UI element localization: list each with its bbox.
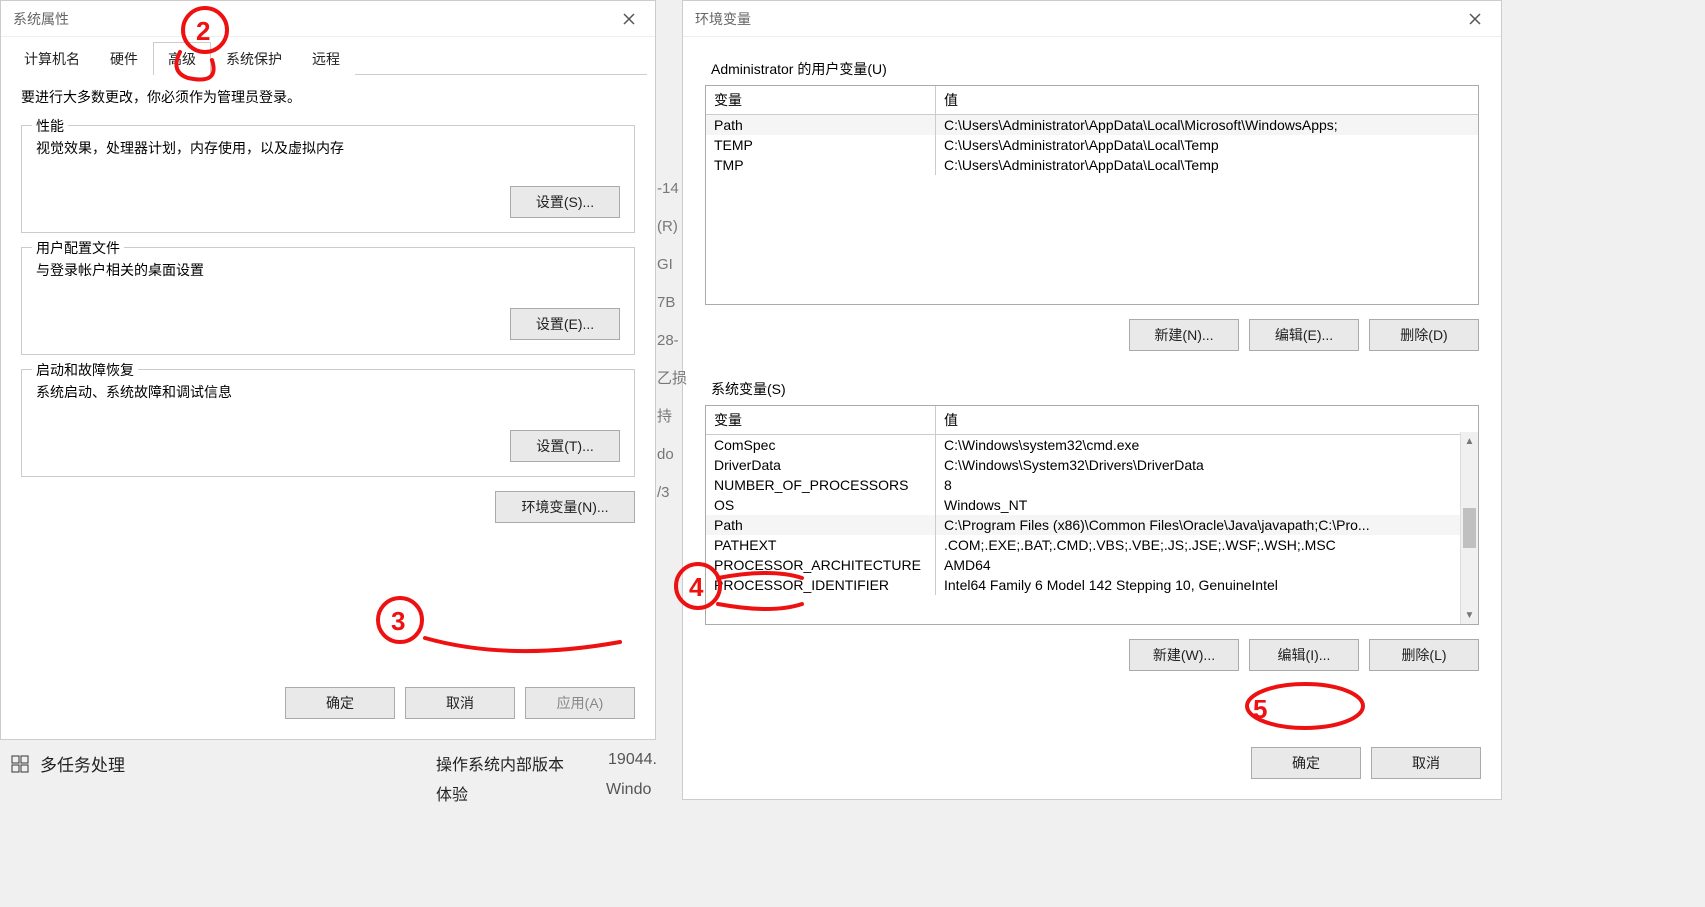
- list-item[interactable]: DriverDataC:\Windows\System32\Drivers\Dr…: [706, 455, 1478, 475]
- dialog-title: 环境变量: [695, 9, 751, 29]
- group-startup-recovery: 启动和故障恢复 系统启动、系统故障和调试信息 设置(T)...: [21, 369, 635, 477]
- close-icon[interactable]: [611, 5, 647, 33]
- list-item[interactable]: PROCESSOR_IDENTIFIERIntel64 Family 6 Mod…: [706, 575, 1478, 595]
- list-header: 变量 值: [706, 86, 1478, 115]
- list-item[interactable]: TEMP C:\Users\Administrator\AppData\Loca…: [706, 135, 1478, 155]
- scroll-up-icon[interactable]: ▲: [1461, 432, 1478, 450]
- desc-startup-recovery: 系统启动、系统故障和调试信息: [36, 382, 620, 402]
- tab-advanced[interactable]: 高级: [153, 42, 211, 75]
- scroll-thumb[interactable]: [1463, 508, 1476, 548]
- sys-vars-listbox[interactable]: 变量 值 ComSpecC:\Windows\system32\cmd.exe …: [705, 405, 1479, 625]
- settings-performance-button[interactable]: 设置(S)...: [510, 186, 620, 218]
- background-sidebar-item: 多任务处理: [10, 751, 125, 776]
- background-os-info: 操作系统内部版本19044. 体验Windo: [436, 751, 657, 811]
- list-header: 变量 值: [706, 406, 1478, 435]
- tab-computer-name[interactable]: 计算机名: [9, 42, 95, 75]
- user-vars-listbox[interactable]: 变量 值 Path C:\Users\Administrator\AppData…: [705, 85, 1479, 305]
- desc-performance: 视觉效果，处理器计划，内存使用，以及虚拟内存: [36, 138, 620, 158]
- scrollbar[interactable]: ▲ ▼: [1460, 432, 1478, 624]
- list-item[interactable]: Path C:\Users\Administrator\AppData\Loca…: [706, 115, 1478, 135]
- sys-edit-button[interactable]: 编辑(I)...: [1249, 639, 1359, 671]
- sys-new-button[interactable]: 新建(W)...: [1129, 639, 1239, 671]
- tab-content: 要进行大多数更改，你必须作为管理员登录。 性能 视觉效果，处理器计划，内存使用，…: [1, 75, 655, 675]
- list-item[interactable]: OSWindows_NT: [706, 495, 1478, 515]
- list-item[interactable]: PROCESSOR_ARCHITECTUREAMD64: [706, 555, 1478, 575]
- close-icon[interactable]: [1457, 5, 1493, 33]
- list-item[interactable]: TMP C:\Users\Administrator\AppData\Local…: [706, 155, 1478, 175]
- user-edit-button[interactable]: 编辑(E)...: [1249, 319, 1359, 351]
- environment-variables-button[interactable]: 环境变量(N)...: [495, 491, 635, 523]
- desc-user-profile: 与登录帐户相关的桌面设置: [36, 260, 620, 280]
- col-header-value: 值: [936, 86, 1478, 114]
- cancel-button[interactable]: 取消: [1371, 747, 1481, 779]
- dialog-footer: 确定 取消: [683, 735, 1501, 799]
- tab-bar: 计算机名 硬件 高级 系统保护 远程: [9, 41, 647, 75]
- legend-performance: 性能: [32, 116, 68, 136]
- legend-user-profile: 用户配置文件: [32, 238, 124, 258]
- col-header-value: 值: [936, 406, 1478, 434]
- tab-remote[interactable]: 远程: [297, 42, 355, 75]
- background-peek-text: -14 (R) GI 7B 28- 乙损 持 do /3: [657, 170, 687, 512]
- cancel-button[interactable]: 取消: [405, 687, 515, 719]
- tab-hardware[interactable]: 硬件: [95, 42, 153, 75]
- titlebar: 系统属性: [1, 1, 655, 37]
- sys-delete-button[interactable]: 删除(L): [1369, 639, 1479, 671]
- group-performance: 性能 视觉效果，处理器计划，内存使用，以及虚拟内存 设置(S)...: [21, 125, 635, 233]
- list-item[interactable]: NUMBER_OF_PROCESSORS8: [706, 475, 1478, 495]
- ok-button[interactable]: 确定: [285, 687, 395, 719]
- list-item-path[interactable]: PathC:\Program Files (x86)\Common Files\…: [706, 515, 1478, 535]
- user-new-button[interactable]: 新建(N)...: [1129, 319, 1239, 351]
- titlebar: 环境变量: [683, 1, 1501, 37]
- settings-user-profile-button[interactable]: 设置(E)...: [510, 308, 620, 340]
- environment-variables-dialog: 环境变量 Administrator 的用户变量(U) 变量 值 Path C:…: [682, 0, 1502, 800]
- dialog-content: Administrator 的用户变量(U) 变量 值 Path C:\User…: [683, 37, 1501, 735]
- col-header-variable: 变量: [706, 406, 936, 434]
- dialog-title: 系统属性: [13, 9, 69, 29]
- user-vars-section-title: Administrator 的用户变量(U): [711, 59, 1479, 79]
- multitasking-icon: [10, 754, 30, 774]
- tab-system-protection[interactable]: 系统保护: [211, 42, 297, 75]
- group-user-profile: 用户配置文件 与登录帐户相关的桌面设置 设置(E)...: [21, 247, 635, 355]
- scroll-down-icon[interactable]: ▼: [1461, 606, 1478, 624]
- user-delete-button[interactable]: 删除(D): [1369, 319, 1479, 351]
- intro-text: 要进行大多数更改，你必须作为管理员登录。: [21, 87, 635, 107]
- col-header-variable: 变量: [706, 86, 936, 114]
- apply-button[interactable]: 应用(A): [525, 687, 635, 719]
- sys-vars-section-title: 系统变量(S): [711, 379, 1479, 399]
- system-properties-dialog: 系统属性 计算机名 硬件 高级 系统保护 远程 要进行大多数更改，你必须作为管理…: [0, 0, 656, 740]
- list-item[interactable]: PATHEXT.COM;.EXE;.BAT;.CMD;.VBS;.VBE;.JS…: [706, 535, 1478, 555]
- dialog-footer: 确定 取消 应用(A): [1, 675, 655, 739]
- legend-startup-recovery: 启动和故障恢复: [32, 360, 138, 380]
- list-item[interactable]: ComSpecC:\Windows\system32\cmd.exe: [706, 435, 1478, 455]
- settings-startup-recovery-button[interactable]: 设置(T)...: [510, 430, 620, 462]
- ok-button[interactable]: 确定: [1251, 747, 1361, 779]
